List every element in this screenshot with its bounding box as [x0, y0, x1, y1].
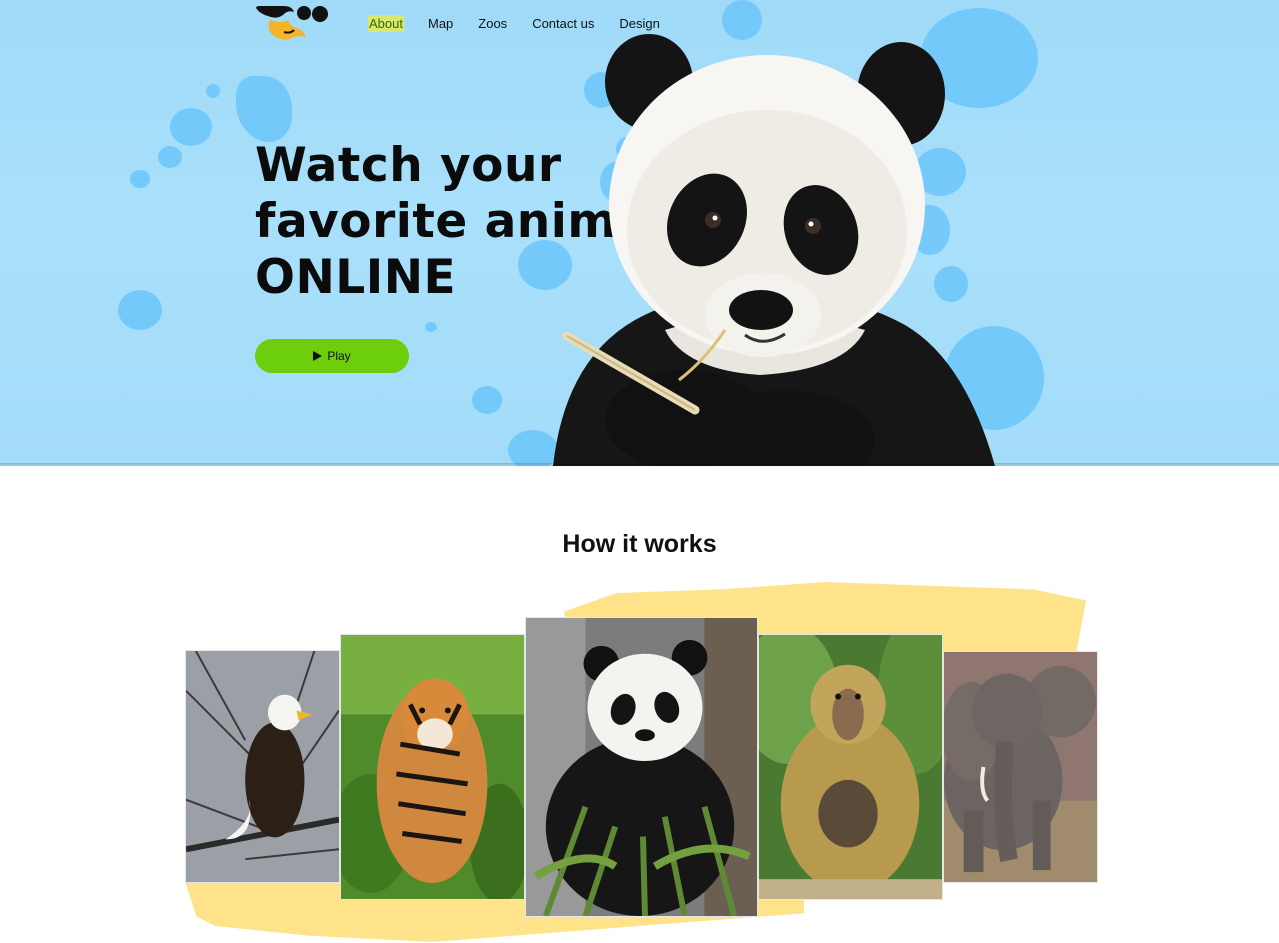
nav-item-zoos[interactable]: Zoos [477, 15, 508, 32]
animal-card-tiger[interactable] [340, 634, 525, 900]
paint-blob [472, 386, 502, 414]
panda-image [526, 618, 757, 916]
paint-blob [236, 76, 292, 142]
hero-panda-image [553, 34, 995, 466]
paint-blob [118, 290, 162, 330]
hero-divider-shadow [0, 463, 1279, 467]
baboon-image [759, 635, 942, 899]
site-logo[interactable] [254, 4, 330, 44]
nav-item-map[interactable]: Map [427, 15, 454, 32]
play-button-label: Play [327, 349, 351, 363]
paint-blob [158, 146, 182, 168]
paint-blob [425, 322, 437, 332]
section-title-how-it-works: How it works [562, 530, 717, 558]
animal-card-panda[interactable] [525, 617, 758, 917]
tiger-image [341, 635, 524, 899]
paint-blob [170, 108, 212, 146]
elephant-image [944, 652, 1097, 882]
paint-blob [130, 170, 150, 188]
play-icon [313, 351, 323, 361]
nav-item-about[interactable]: About [368, 15, 404, 32]
hero-banner: About Map Zoos Contact us Design Watch y… [0, 0, 1279, 466]
eagle-image [186, 651, 339, 882]
animal-card-baboon[interactable] [758, 634, 943, 900]
animal-card-elephant[interactable] [943, 651, 1098, 883]
play-button[interactable]: Play [255, 339, 409, 373]
animal-card-eagle[interactable] [185, 650, 340, 883]
paint-blob [206, 84, 220, 98]
